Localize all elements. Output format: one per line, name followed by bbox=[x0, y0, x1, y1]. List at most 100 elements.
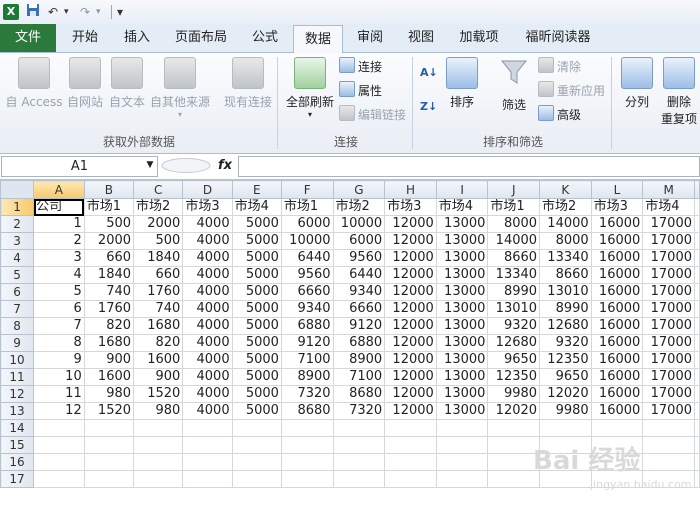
cell[interactable] bbox=[435, 470, 489, 488]
cell[interactable]: 1680 bbox=[133, 317, 184, 335]
cell[interactable]: 12680 bbox=[487, 334, 541, 352]
cell[interactable]: 6660 bbox=[332, 300, 386, 318]
cell[interactable]: 9320 bbox=[539, 334, 592, 352]
cell[interactable]: 市场4 bbox=[231, 198, 282, 216]
cell[interactable]: 1840 bbox=[83, 266, 135, 284]
cell[interactable]: 市场3 bbox=[182, 198, 233, 216]
formula-input[interactable] bbox=[238, 156, 700, 177]
cell[interactable]: 4000 bbox=[182, 232, 233, 250]
cell[interactable] bbox=[694, 249, 700, 267]
cell[interactable] bbox=[694, 300, 700, 318]
cell[interactable]: 12000 bbox=[384, 368, 437, 386]
cell[interactable]: 12 bbox=[33, 402, 85, 420]
cell[interactable]: 9650 bbox=[487, 351, 541, 369]
insert-function-button[interactable]: fx bbox=[218, 156, 232, 175]
cell[interactable]: 17000 bbox=[642, 249, 695, 267]
cell[interactable]: 13000 bbox=[435, 317, 489, 335]
cell[interactable]: 8900 bbox=[332, 351, 386, 369]
cell[interactable]: 10 bbox=[33, 368, 85, 386]
cell[interactable]: 16000 bbox=[590, 283, 644, 301]
cell[interactable]: 市场1 bbox=[83, 198, 135, 216]
row-header[interactable]: 15 bbox=[0, 436, 35, 454]
cell[interactable]: 9650 bbox=[539, 368, 592, 386]
sort-descending-icon[interactable]: Z↓ bbox=[420, 97, 440, 117]
cell[interactable]: 9980 bbox=[539, 402, 592, 420]
from-access-button[interactable]: 自 Access bbox=[4, 57, 64, 110]
cell[interactable]: 市场1 bbox=[487, 198, 541, 216]
cell[interactable] bbox=[694, 470, 700, 488]
cell[interactable]: 16000 bbox=[590, 334, 644, 352]
row-header[interactable]: 10 bbox=[0, 351, 35, 369]
refresh-all-button[interactable]: 全部刷新 ▾ bbox=[285, 57, 335, 119]
row-header[interactable]: 1 bbox=[0, 198, 35, 216]
cell[interactable]: 12000 bbox=[384, 402, 437, 420]
cell[interactable]: 12000 bbox=[384, 249, 437, 267]
cell[interactable]: 660 bbox=[83, 249, 135, 267]
cell[interactable]: 6880 bbox=[280, 317, 334, 335]
cell[interactable] bbox=[694, 385, 700, 403]
cell[interactable] bbox=[694, 368, 700, 386]
save-icon[interactable] bbox=[26, 3, 42, 21]
properties-button[interactable]: 属性 bbox=[339, 81, 382, 101]
row-header[interactable]: 12 bbox=[0, 385, 35, 403]
sort-ascending-icon[interactable]: A↓ bbox=[420, 63, 440, 83]
cell[interactable]: 16000 bbox=[590, 385, 644, 403]
cell[interactable]: 5000 bbox=[231, 266, 282, 284]
cell[interactable]: 13010 bbox=[539, 283, 592, 301]
cell[interactable]: 13000 bbox=[435, 215, 489, 233]
cell[interactable] bbox=[133, 470, 184, 488]
cell[interactable]: 5000 bbox=[231, 215, 282, 233]
cell[interactable]: 8000 bbox=[487, 215, 541, 233]
cell[interactable]: 4 bbox=[33, 266, 85, 284]
cell[interactable]: 1600 bbox=[83, 368, 135, 386]
redo-dropdown-icon[interactable]: ▾ bbox=[96, 3, 106, 21]
connections-button[interactable]: 连接 bbox=[339, 57, 382, 77]
cell[interactable] bbox=[182, 436, 233, 454]
cell[interactable]: 17000 bbox=[642, 266, 695, 284]
cell[interactable]: 4000 bbox=[182, 300, 233, 318]
cell[interactable]: 11 bbox=[33, 385, 85, 403]
cell[interactable]: 7100 bbox=[332, 368, 386, 386]
cell[interactable]: 16000 bbox=[590, 232, 644, 250]
cell[interactable]: 7 bbox=[33, 317, 85, 335]
cell[interactable] bbox=[231, 470, 282, 488]
column-header[interactable]: K bbox=[539, 180, 592, 199]
cell[interactable] bbox=[332, 436, 386, 454]
cell[interactable]: 9340 bbox=[332, 283, 386, 301]
column-header[interactable]: M bbox=[642, 180, 695, 199]
cell[interactable] bbox=[694, 266, 700, 284]
cell[interactable]: 17000 bbox=[642, 283, 695, 301]
cell[interactable]: 1840 bbox=[133, 249, 184, 267]
cell[interactable] bbox=[33, 419, 85, 437]
cell[interactable]: 4000 bbox=[182, 385, 233, 403]
cell[interactable]: 公司 bbox=[33, 198, 85, 216]
cell[interactable] bbox=[133, 453, 184, 471]
cell[interactable]: 1520 bbox=[133, 385, 184, 403]
cell[interactable]: 980 bbox=[83, 385, 135, 403]
cell[interactable] bbox=[694, 198, 700, 216]
cell[interactable]: 4000 bbox=[182, 351, 233, 369]
cell[interactable]: 1760 bbox=[133, 283, 184, 301]
tab-formulas[interactable]: 公式 bbox=[240, 24, 290, 52]
row-header[interactable]: 6 bbox=[0, 283, 35, 301]
cell[interactable] bbox=[231, 453, 282, 471]
cell[interactable]: 16000 bbox=[590, 368, 644, 386]
cell[interactable]: 市场3 bbox=[590, 198, 644, 216]
tab-view[interactable]: 视图 bbox=[397, 24, 445, 52]
cell[interactable] bbox=[642, 453, 695, 471]
cell[interactable] bbox=[384, 453, 437, 471]
cell[interactable]: 17000 bbox=[642, 351, 695, 369]
cell[interactable]: 17000 bbox=[642, 215, 695, 233]
cell[interactable]: 8680 bbox=[280, 402, 334, 420]
tab-foxit-reader[interactable]: 福昕阅读器 bbox=[514, 24, 602, 52]
cell[interactable]: 12000 bbox=[384, 317, 437, 335]
reapply-button[interactable]: 重新应用 bbox=[538, 81, 605, 101]
cell[interactable]: 9 bbox=[33, 351, 85, 369]
cell[interactable]: 7320 bbox=[280, 385, 334, 403]
cell[interactable]: 市场3 bbox=[384, 198, 437, 216]
cell[interactable]: 8900 bbox=[280, 368, 334, 386]
cell[interactable]: 12000 bbox=[384, 283, 437, 301]
cell[interactable]: 6000 bbox=[332, 232, 386, 250]
cell[interactable] bbox=[435, 436, 489, 454]
cell[interactable]: 740 bbox=[133, 300, 184, 318]
